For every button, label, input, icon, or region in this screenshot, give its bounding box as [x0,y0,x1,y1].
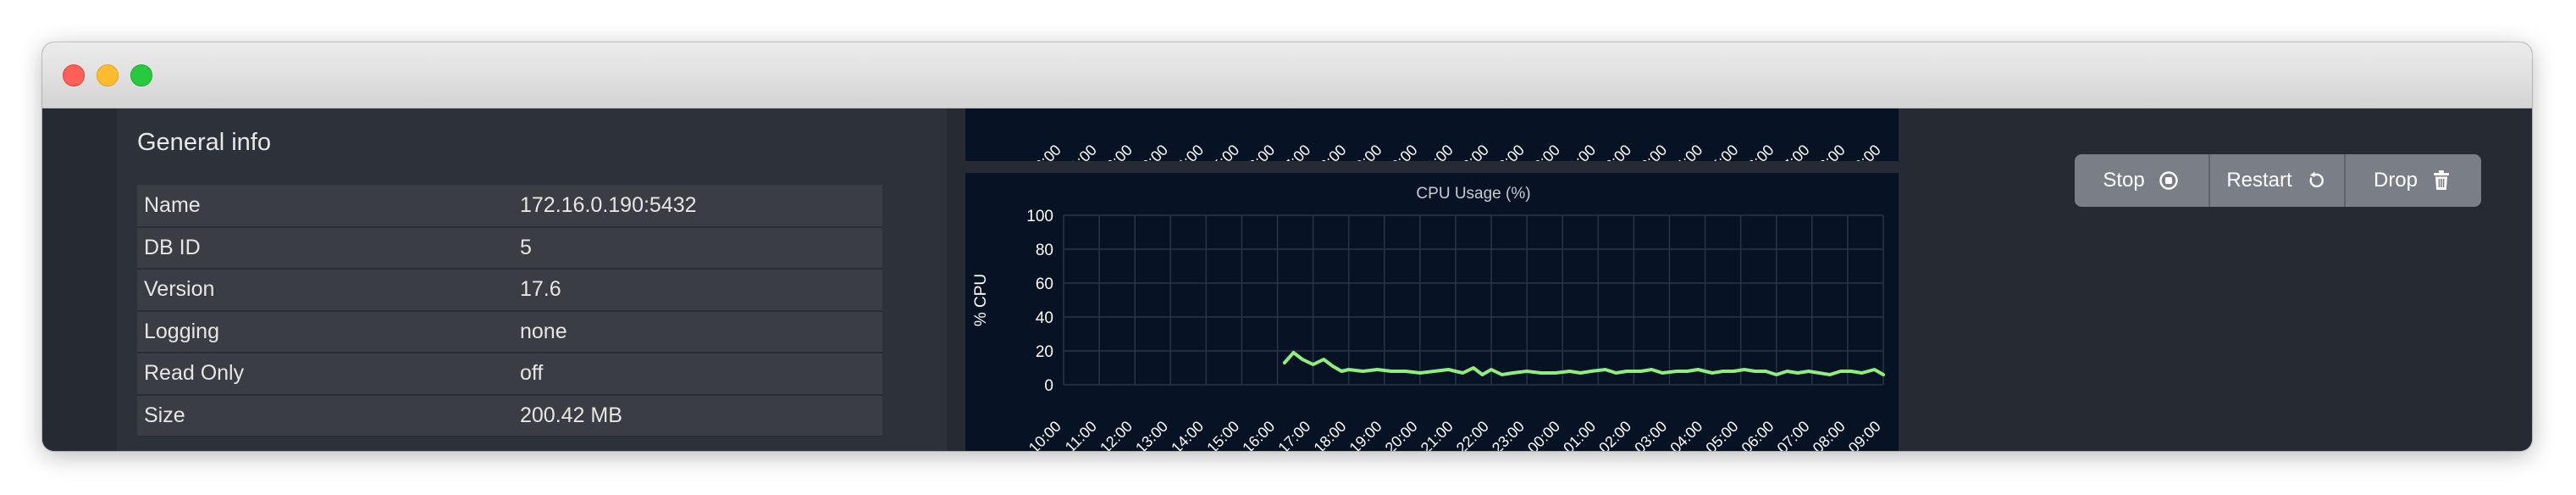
x-tick-label: 04:00 [1667,142,1705,161]
x-tick-label: 13:00 [1132,418,1171,451]
y-tick-label: 60 [1036,275,1053,293]
info-row: Logging none [137,310,882,353]
chart-title: CPU Usage (%) [1416,185,1530,203]
info-row: Size 200.42 MB [137,394,882,437]
x-tick-label: 05:00 [1702,142,1741,161]
app-window: General info Name 172.16.0.190:5432 DB ID 5… [42,42,2532,451]
cpu-usage-chart: CPU Usage (%) % CPU 0 20 40 60 80 100 10:00 11:00… [965,173,1899,451]
x-tick-label: 14:00 [1168,418,1207,451]
x-tick-label: 16:00 [1239,418,1278,451]
info-label: Read Only [137,353,520,396]
x-tick-label: 13:00 [1132,142,1171,161]
x-tick-label: 05:00 [1702,418,1741,451]
x-tick-label: 18:00 [1311,418,1350,451]
y-tick-label: 20 [1036,343,1053,361]
x-tick-label: 18:00 [1311,142,1350,161]
title-bar [42,42,2532,108]
drop-label: Drop [2373,169,2418,192]
info-value: 5 [520,226,882,270]
minimize-window-button[interactable] [97,64,119,86]
drop-button[interactable]: Drop [2344,154,2481,207]
x-tick-label: 23:00 [1489,418,1528,451]
x-tick-label: 02:00 [1595,142,1634,161]
x-tick-label: 19:00 [1346,142,1385,161]
info-value: none [520,310,882,353]
x-tick-label: 12:00 [1097,142,1136,161]
x-tick-label: 22:00 [1453,142,1492,161]
info-value: 172.16.0.190:5432 [520,185,882,228]
x-tick-label: 20:00 [1382,418,1421,451]
x-tick-label: 21:00 [1418,418,1457,451]
info-row: DB ID 5 [137,226,882,270]
x-tick-label: 01:00 [1560,142,1599,161]
x-tick-label: 07:00 [1774,418,1813,451]
x-tick-label: 02:00 [1595,418,1634,451]
y-tick-label: 80 [1036,242,1053,259]
action-button-group: Stop Restart Drop [2075,154,2481,207]
restart-button[interactable]: Restart [2208,154,2344,207]
x-tick-label: 15:00 [1203,418,1242,451]
restart-icon [2304,169,2328,192]
x-tick-label: 17:00 [1274,418,1313,451]
main-content: General info Name 172.16.0.190:5432 DB ID 5… [42,108,2532,451]
x-tick-label: 00:00 [1524,142,1563,161]
x-tick-label: 12:00 [1097,418,1136,451]
x-tick-label: 22:00 [1453,418,1492,451]
y-axis-label: % CPU [972,274,990,326]
x-tick-label: 23:00 [1489,142,1528,161]
info-value: 17.6 [520,269,882,312]
x-tick-label: 16:00 [1239,142,1278,161]
previous-chart-axis: 10:00 11:00 12:00 13:00 14:00 15:00 16:00 17:00… [965,108,1899,161]
info-row: Read Only off [137,353,882,396]
info-label: Logging [137,310,520,353]
x-tick-label: 10:00 [1025,142,1064,161]
x-tick-label: 06:00 [1739,418,1777,451]
x-tick-label: 03:00 [1631,418,1670,451]
x-tick-label: 01:00 [1560,418,1599,451]
x-tick-label: 15:00 [1203,142,1242,161]
info-row: Version 17.6 [137,269,882,312]
x-tick-label: 10:00 [1025,418,1064,451]
general-info-table: Name 172.16.0.190:5432 DB ID 5 Version 17.6 Lo… [137,185,882,437]
x-tick-label: 09:00 [1845,142,1884,161]
y-tick-label: 0 [1044,377,1053,395]
restart-label: Restart [2226,169,2292,192]
zoom-window-button[interactable] [130,64,152,86]
info-label: Size [137,394,520,437]
x-tick-label: 21:00 [1418,142,1457,161]
stop-label: Stop [2103,169,2145,192]
previous-chart-svg: 10:0011:0012:0013:0014:0015:0016:0017:00… [1025,142,1884,161]
cpu-usage-chart-svg: CPU Usage (%) % CPU 0 20 40 60 80 100 10:0011:00… [972,185,1885,451]
x-tick-label: 19:00 [1346,418,1385,451]
y-tick-label: 40 [1036,309,1053,327]
x-tick-label: 11:00 [1062,418,1100,451]
x-tick-label: 17:00 [1274,142,1313,161]
info-row: Name 172.16.0.190:5432 [137,185,882,228]
info-value: 200.42 MB [520,394,882,437]
stop-circle-icon [2157,169,2181,192]
x-tick-label: 20:00 [1382,142,1421,161]
general-info-title: General info [137,129,271,156]
stop-button[interactable]: Stop [2075,154,2208,207]
info-label: DB ID [137,226,520,270]
x-tick-label: 08:00 [1810,142,1849,161]
x-tick-label: 04:00 [1667,418,1705,451]
x-tick-label: 14:00 [1168,142,1207,161]
x-tick-label: 11:00 [1062,142,1100,161]
info-label: Name [137,185,520,228]
x-tick-label: 06:00 [1739,142,1777,161]
close-window-button[interactable] [63,64,85,86]
y-tick-label: 100 [1026,208,1053,225]
x-tick-label: 03:00 [1631,142,1670,161]
info-value: off [520,353,882,396]
info-label: Version [137,269,520,312]
cpu-series-line [1282,351,1885,376]
x-tick-label: 08:00 [1810,418,1849,451]
x-tick-label: 09:00 [1845,418,1884,451]
x-tick-label: 00:00 [1524,418,1563,451]
trash-icon [2430,169,2453,192]
x-tick-label: 07:00 [1774,142,1813,161]
